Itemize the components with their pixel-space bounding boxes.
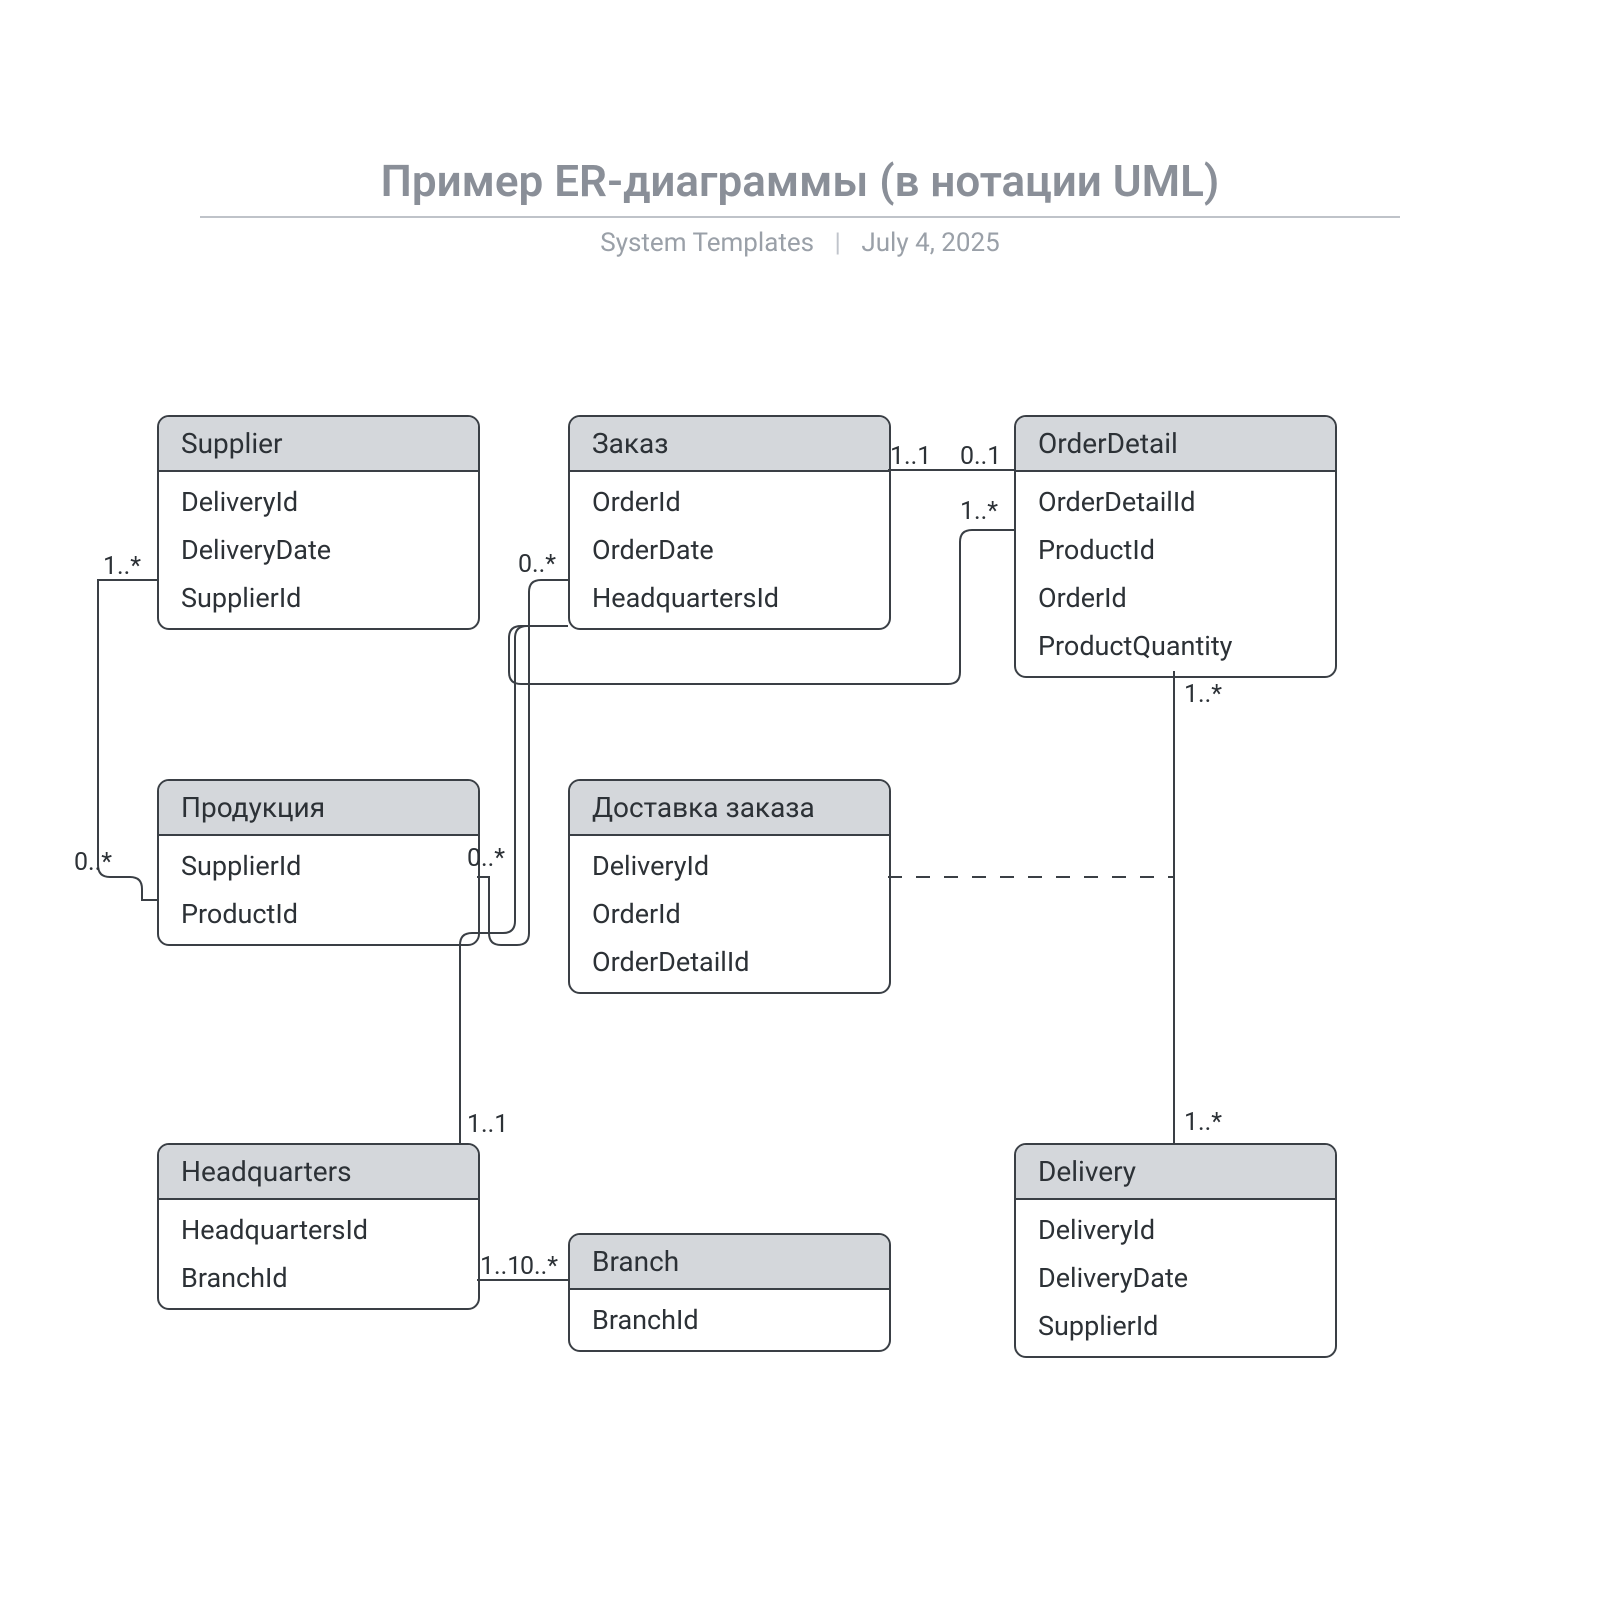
entity-attr: DeliveryDate <box>159 526 478 574</box>
mult-order-right: 1..1 <box>890 442 931 471</box>
conn-order-product <box>477 580 568 945</box>
entity-header: Заказ <box>570 417 889 472</box>
entity-attr: ProductQuantity <box>1016 622 1335 670</box>
entity-attrs: BranchId <box>570 1290 889 1350</box>
mult-product-right: 0..* <box>467 844 505 873</box>
entity-attr: OrderDetailId <box>570 938 889 986</box>
entity-attr: BranchId <box>159 1254 478 1302</box>
entity-attrs: OrderDetailId ProductId OrderId ProductQ… <box>1016 472 1335 676</box>
entity-header: Продукция <box>159 781 478 836</box>
entity-product[interactable]: Продукция SupplierId ProductId <box>157 779 480 946</box>
mult-supplier-bottom: 0..* <box>74 848 112 877</box>
subtitle-separator: | <box>835 228 841 258</box>
entity-attr: OrderId <box>570 890 889 938</box>
entity-attr: OrderDate <box>570 526 889 574</box>
entity-attr: SupplierId <box>1016 1302 1335 1350</box>
entity-attr: ProductId <box>1016 526 1335 574</box>
entity-attrs: SupplierId ProductId <box>159 836 478 944</box>
entity-attr: DeliveryId <box>159 478 478 526</box>
entity-header: Headquarters <box>159 1145 478 1200</box>
mult-od-delivery-bottom: 1..* <box>1184 1108 1222 1137</box>
entity-attrs: HeadquartersId BranchId <box>159 1200 478 1308</box>
diagram-title: Пример ER-диаграммы (в нотации UML) <box>200 155 1400 207</box>
entity-attr: HeadquartersId <box>570 574 889 622</box>
entity-header: Delivery <box>1016 1145 1335 1200</box>
entity-attr: OrderId <box>570 478 889 526</box>
entity-attr: DeliveryId <box>570 842 889 890</box>
entity-branch[interactable]: Branch BranchId <box>568 1233 891 1352</box>
entity-attr: ProductId <box>159 890 478 938</box>
mult-orderdetail-left: 0..1 <box>960 442 1001 471</box>
entity-attr: HeadquartersId <box>159 1206 478 1254</box>
mult-od-delivery-top: 1..* <box>1184 680 1222 709</box>
entity-header: Доставка заказа <box>570 781 889 836</box>
entity-header: OrderDetail <box>1016 417 1335 472</box>
entity-attrs: DeliveryId DeliveryDate SupplierId <box>159 472 478 628</box>
entity-attrs: DeliveryId DeliveryDate SupplierId <box>1016 1200 1335 1356</box>
entity-attrs: OrderId OrderDate HeadquartersId <box>570 472 889 628</box>
entity-orderdelivery[interactable]: Доставка заказа DeliveryId OrderId Order… <box>568 779 891 994</box>
entity-attr: DeliveryId <box>1016 1206 1335 1254</box>
entity-attr: OrderId <box>1016 574 1335 622</box>
entity-header: Branch <box>570 1235 889 1290</box>
subtitle-date: July 4, 2025 <box>861 228 999 258</box>
entity-attrs: DeliveryId OrderId OrderDetailId <box>570 836 889 992</box>
mult-supplier-top: 1..* <box>103 552 141 581</box>
entity-header: Supplier <box>159 417 478 472</box>
subtitle-author: System Templates <box>600 228 814 258</box>
entity-orderdetail[interactable]: OrderDetail OrderDetailId ProductId Orde… <box>1014 415 1337 678</box>
entity-headquarters[interactable]: Headquarters HeadquartersId BranchId <box>157 1143 480 1310</box>
entity-order[interactable]: Заказ OrderId OrderDate HeadquartersId <box>568 415 891 630</box>
mult-hq-top: 1..1 <box>467 1110 508 1139</box>
entity-attr: DeliveryDate <box>1016 1254 1335 1302</box>
mult-branch-left: 0..* <box>520 1252 558 1281</box>
entity-attr: BranchId <box>570 1296 889 1344</box>
title-underline <box>200 216 1400 218</box>
entity-attr: SupplierId <box>159 574 478 622</box>
mult-order-left: 0..* <box>518 550 556 579</box>
mult-orderdetail-order-src: 1..* <box>960 497 998 526</box>
entity-attr: SupplierId <box>159 842 478 890</box>
diagram-subtitle: System Templates | July 4, 2025 <box>200 228 1400 258</box>
entity-delivery[interactable]: Delivery DeliveryId DeliveryDate Supplie… <box>1014 1143 1337 1358</box>
entity-attr: OrderDetailId <box>1016 478 1335 526</box>
entity-supplier[interactable]: Supplier DeliveryId DeliveryDate Supplie… <box>157 415 480 630</box>
mult-hq-right: 1..1 <box>480 1252 521 1281</box>
